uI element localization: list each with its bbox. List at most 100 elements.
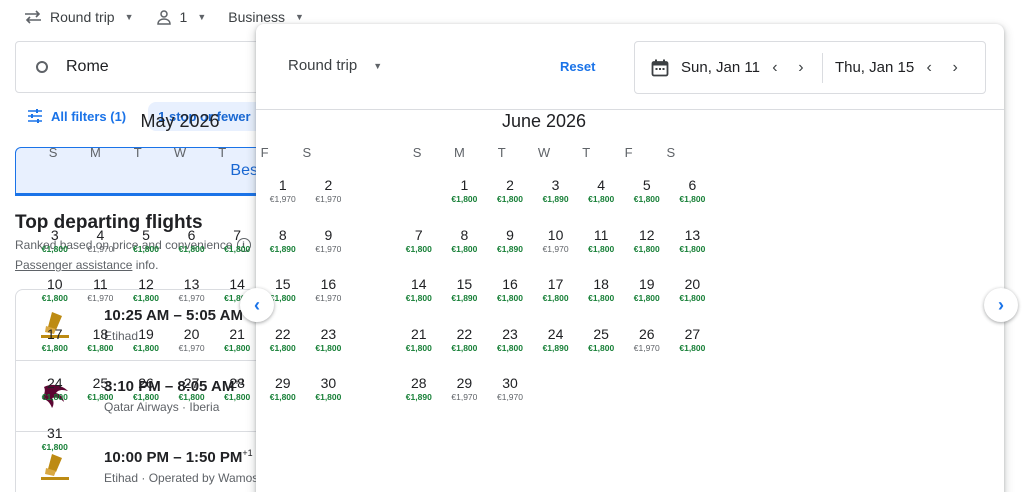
calendar-day[interactable]: 5 €1,800: [624, 177, 670, 227]
calendar-day[interactable]: 6 €1,800: [169, 227, 215, 277]
departure-next-chevron-icon[interactable]: ›: [790, 59, 812, 77]
weekday-label: T: [133, 145, 142, 160]
calendar-day[interactable]: 16 €1,970: [306, 276, 352, 326]
calendar-day[interactable]: 11 €1,970: [78, 276, 124, 326]
day-price: €1,800: [679, 194, 706, 204]
calendar-day[interactable]: 28 €1,800: [214, 375, 260, 425]
departure-prev-chevron-icon[interactable]: ‹: [764, 59, 786, 77]
calendar-day[interactable]: 29 €1,970: [442, 375, 488, 425]
calendar-day[interactable]: 8 €1,890: [260, 227, 306, 277]
empty-day-cell: [78, 177, 124, 227]
calendar-day[interactable]: 4 €1,970: [78, 227, 124, 277]
origin-value: Rome: [66, 58, 109, 75]
passengers-count: 1: [179, 9, 188, 25]
calendar-day[interactable]: 1 €1,970: [260, 177, 306, 227]
calendar-day[interactable]: 13 €1,970: [169, 276, 215, 326]
calendar-day[interactable]: 13 €1,800: [670, 227, 716, 277]
day-price: €1,800: [315, 392, 342, 402]
day-number: 3: [551, 177, 560, 193]
caret-down-icon: ▼: [197, 12, 207, 22]
reset-button[interactable]: Reset: [560, 59, 595, 74]
calendar-day[interactable]: 30 €1,970: [487, 375, 533, 425]
calendar-day[interactable]: 27 €1,800: [169, 375, 215, 425]
calendar-day[interactable]: 7 €1,800: [214, 227, 260, 277]
calendar-day[interactable]: 10 €1,970: [533, 227, 579, 277]
calendar-day[interactable]: 22 €1,800: [260, 326, 306, 376]
calendar-day[interactable]: 15 €1,890: [442, 276, 488, 326]
calendar-day[interactable]: 18 €1,800: [78, 326, 124, 376]
day-number: 26: [638, 325, 655, 342]
day-price: €1,800: [41, 243, 68, 254]
calendar-day[interactable]: 10 €1,800: [32, 276, 78, 326]
calendar-day[interactable]: 26 €1,970: [624, 326, 670, 376]
return-date-input[interactable]: Thu, Jan 15: [835, 59, 914, 76]
origin-input[interactable]: Rome: [15, 41, 275, 93]
day-price: €1,800: [315, 342, 342, 353]
calendar-day[interactable]: 4 €1,800: [578, 177, 624, 227]
day-number: 20: [183, 325, 200, 342]
calendar-day[interactable]: 17 €1,800: [533, 276, 579, 326]
day-price: €1,970: [269, 194, 296, 204]
calendar-day[interactable]: 16 €1,800: [487, 276, 533, 326]
calendar-day[interactable]: 24 €1,890: [533, 326, 579, 376]
day-price: €1,970: [496, 392, 523, 402]
calendar-day[interactable]: 12 €1,800: [624, 227, 670, 277]
calendar-day[interactable]: 19 €1,800: [624, 276, 670, 326]
picker-trip-type-dropdown[interactable]: Round trip ▼: [288, 57, 382, 74]
calendar-day[interactable]: 25 €1,800: [78, 375, 124, 425]
day-price: €1,970: [542, 243, 569, 254]
day-price: €1,800: [132, 243, 159, 254]
calendar-day[interactable]: 23 €1,800: [306, 326, 352, 376]
trip-type-dropdown[interactable]: Round trip ▼: [24, 9, 134, 25]
calendar-day[interactable]: 31 €1,800: [32, 425, 78, 475]
return-next-chevron-icon[interactable]: ›: [944, 59, 966, 77]
day-price: €1,970: [87, 243, 114, 254]
calendar-day[interactable]: 3 €1,890: [533, 177, 579, 227]
day-price: €1,800: [588, 243, 615, 254]
calendar-day[interactable]: 24 €1,800: [32, 375, 78, 425]
calendar-day[interactable]: 20 €1,800: [670, 276, 716, 326]
calendar-day[interactable]: 2 €1,800: [487, 177, 533, 227]
cabin-class-dropdown[interactable]: Business ▼: [228, 9, 304, 25]
calendar-day[interactable]: 8 €1,800: [442, 227, 488, 277]
day-price: €1,890: [269, 243, 296, 254]
calendar-day[interactable]: 7 €1,800: [396, 227, 442, 277]
next-month-button[interactable]: ›: [984, 288, 1018, 322]
calendar-day[interactable]: 23 €1,800: [487, 326, 533, 376]
calendar-day[interactable]: 12 €1,800: [123, 276, 169, 326]
weekday-label: S: [48, 145, 58, 160]
calendar-day[interactable]: 26 €1,800: [123, 375, 169, 425]
date-picker-header: Round trip ▼ Reset Sun, Jan 11 ‹ › Thu, …: [256, 24, 1004, 110]
calendar-day[interactable]: 29 €1,800: [260, 375, 306, 425]
calendar-day[interactable]: 28 €1,890: [396, 375, 442, 425]
calendar-day[interactable]: 21 €1,800: [396, 326, 442, 376]
chevron-left-icon: ‹: [254, 294, 260, 315]
caret-down-icon: ▼: [295, 12, 304, 22]
day-number: 7: [414, 226, 423, 243]
calendar-day[interactable]: 5 €1,800: [123, 227, 169, 277]
calendar-day[interactable]: 30 €1,800: [306, 375, 352, 425]
calendar-day[interactable]: 25 €1,800: [578, 326, 624, 376]
calendar-day[interactable]: 19 €1,800: [123, 326, 169, 376]
calendar-day[interactable]: 2 €1,970: [306, 177, 352, 227]
departure-date-input[interactable]: Sun, Jan 11: [681, 59, 760, 76]
return-prev-chevron-icon[interactable]: ‹: [918, 59, 940, 77]
previous-month-button[interactable]: ‹: [240, 288, 274, 322]
day-price: €1,800: [132, 342, 159, 353]
calendar-day[interactable]: 1 €1,800: [442, 177, 488, 227]
calendar-day[interactable]: 14 €1,800: [396, 276, 442, 326]
calendar-day[interactable]: 9 €1,890: [487, 227, 533, 277]
calendar-day[interactable]: 20 €1,970: [169, 326, 215, 376]
calendar-day[interactable]: 6 €1,800: [670, 177, 716, 227]
calendar-day[interactable]: 17 €1,800: [32, 326, 78, 376]
day-number: 28: [229, 375, 245, 391]
calendar-day[interactable]: 21 €1,800: [214, 326, 260, 376]
passengers-dropdown[interactable]: 1 ▼: [156, 9, 207, 25]
calendar-day[interactable]: 3 €1,800: [32, 227, 78, 277]
calendar-day[interactable]: 9 €1,970: [306, 227, 352, 277]
calendar-day[interactable]: 18 €1,800: [578, 276, 624, 326]
calendar-day[interactable]: 11 €1,800: [578, 227, 624, 277]
day-number: 2: [506, 177, 514, 193]
calendar-day[interactable]: 27 €1,800: [670, 326, 716, 376]
calendar-day[interactable]: 22 €1,800: [442, 326, 488, 376]
